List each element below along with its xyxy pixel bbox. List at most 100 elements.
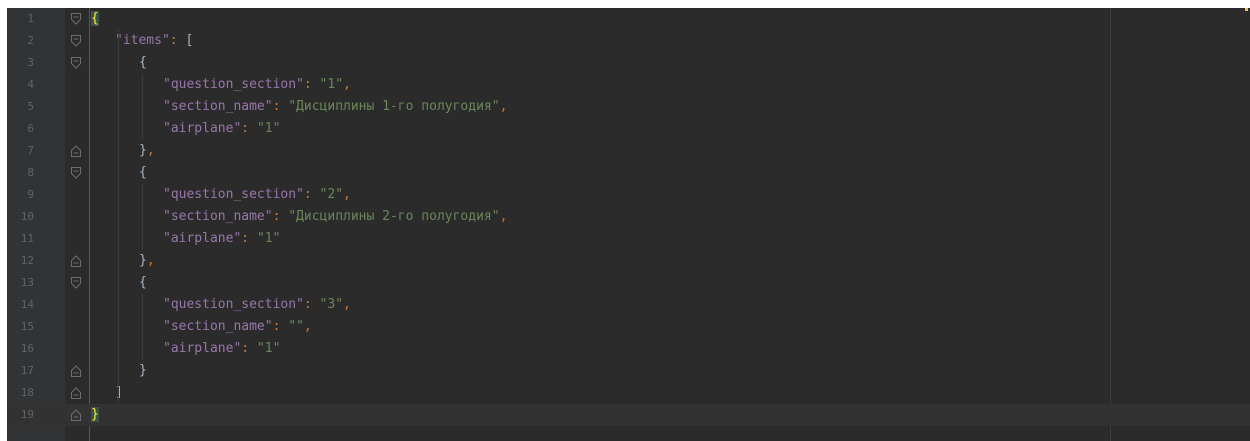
code-line[interactable]: 8{ (7, 162, 1250, 184)
code-line[interactable]: 19} (7, 404, 1250, 426)
code-token: "section_name" (163, 99, 273, 114)
code-line[interactable]: 13 { (7, 272, 1250, 294)
code-token: "question_section" (163, 187, 304, 202)
code-token: : (303, 187, 320, 202)
line-number: 11 (20, 232, 34, 245)
indent-guide (142, 294, 143, 360)
code-token: "airplane" (163, 121, 242, 136)
line-number: 12 (20, 254, 34, 267)
code-token: "1" (256, 231, 281, 246)
code-text: "question_section": "1", (163, 74, 351, 96)
code-token: "airplane" (163, 231, 242, 246)
code-token: "1" (319, 77, 344, 92)
code-token: "section_name" (163, 209, 273, 224)
code-token: , (343, 187, 351, 202)
code-text: { (139, 162, 147, 184)
line-number: 4 (27, 78, 34, 91)
indent-guide (118, 30, 119, 404)
code-line[interactable]: 3{ (7, 52, 1250, 74)
fold-end-icon[interactable] (69, 364, 83, 378)
code-line[interactable]: 17} (7, 360, 1250, 382)
code-token: { (139, 275, 147, 290)
code-token: : (241, 341, 257, 356)
fold-end-icon[interactable] (69, 254, 83, 268)
code-line[interactable]: 18] (7, 382, 1250, 404)
code-text: "question_section": "2", (163, 184, 351, 206)
code-line[interactable]: 12}, (7, 250, 1250, 272)
code-token: "question_section" (163, 297, 304, 312)
code-token: } (139, 253, 147, 268)
code-token: } (91, 407, 99, 422)
code-token: "2" (319, 187, 344, 202)
code-token: : (272, 319, 289, 334)
line-number: 16 (20, 342, 34, 355)
line-number: 8 (27, 166, 34, 179)
line-number: 3 (27, 56, 34, 69)
code-line[interactable]: 10 "section_name": "Дисциплины 2-го полуг… (7, 206, 1250, 228)
code-line[interactable]: 7}, (7, 140, 1250, 162)
code-text: { (91, 8, 99, 30)
code-text: "airplane": "1" (163, 118, 280, 140)
line-number: 18 (20, 386, 34, 399)
code-line[interactable]: 1{ (7, 8, 1250, 30)
fold-end-icon[interactable] (69, 386, 83, 400)
code-token: "1" (256, 341, 281, 356)
code-line[interactable]: 4 "question_section": "1", (7, 74, 1250, 96)
code-token: : (303, 297, 320, 312)
line-number: 17 (20, 364, 34, 377)
code-line[interactable]: 9 "question_section": "2", (7, 184, 1250, 206)
code-token: : (241, 231, 257, 246)
line-number: 14 (20, 298, 34, 311)
code-line[interactable]: 14 "question_section": "3", (7, 294, 1250, 316)
code-token: "Дисциплины 1-го полугодия" (288, 99, 500, 114)
code-token: [ (185, 33, 194, 48)
fold-collapse-icon[interactable] (69, 56, 83, 70)
code-line[interactable]: 5 "section_name": "Дисциплины 1-го полуго… (7, 96, 1250, 118)
code-line[interactable]: 15 "section_name": "", (7, 316, 1250, 338)
code-line[interactable]: 16 "airplane": "1" (7, 338, 1250, 360)
code-token: "question_section" (163, 77, 304, 92)
code-line[interactable]: 11 "airplane": "1" (7, 228, 1250, 250)
line-number: 6 (27, 122, 34, 135)
indent-guide (142, 74, 143, 140)
line-number: 5 (27, 100, 34, 113)
code-token: , (499, 99, 508, 114)
code-token: , (499, 209, 508, 224)
line-number: 9 (27, 188, 34, 201)
code-text: "section_name": "", (163, 316, 312, 338)
code-token: "Дисциплины 2-го полугодия" (288, 209, 500, 224)
fold-collapse-icon[interactable] (69, 276, 83, 290)
code-token: "" (288, 319, 304, 334)
line-number: 1 (27, 12, 34, 25)
code-line[interactable]: 6 "airplane": "1" (7, 118, 1250, 140)
code-token: } (139, 363, 147, 378)
line-number: 19 (20, 408, 34, 421)
code-token: , (146, 143, 155, 158)
code-token: { (139, 165, 147, 180)
code-token: "section_name" (163, 319, 273, 334)
fold-collapse-icon[interactable] (69, 34, 83, 48)
code-line[interactable]: 2 "items": [ (7, 30, 1250, 52)
code-token: "airplane" (163, 341, 242, 356)
code-token: : (272, 209, 289, 224)
code-token: } (139, 143, 147, 158)
fold-collapse-icon[interactable] (69, 166, 83, 180)
line-number: 7 (27, 144, 34, 157)
code-token: { (91, 11, 99, 26)
code-text: }, (139, 140, 155, 162)
line-number: 13 (20, 276, 34, 289)
code-token: "items" (115, 33, 170, 48)
code-text: "section_name": "Дисциплины 1-го полугод… (163, 96, 507, 118)
line-number: 2 (27, 34, 34, 47)
code-editor[interactable]: 1{2 "items": [3{4 "question_section": "1",… (7, 8, 1250, 441)
code-text: { (139, 272, 147, 294)
code-token: "3" (319, 297, 344, 312)
code-text: "section_name": "Дисциплины 2-го полугод… (163, 206, 507, 228)
code-token: , (303, 319, 312, 334)
fold-end-icon[interactable] (69, 144, 83, 158)
fold-collapse-icon[interactable] (69, 12, 83, 26)
line-number: 10 (20, 210, 34, 223)
fold-end-icon[interactable] (69, 408, 83, 422)
indent-guide (142, 184, 143, 250)
code-text: } (139, 360, 147, 382)
